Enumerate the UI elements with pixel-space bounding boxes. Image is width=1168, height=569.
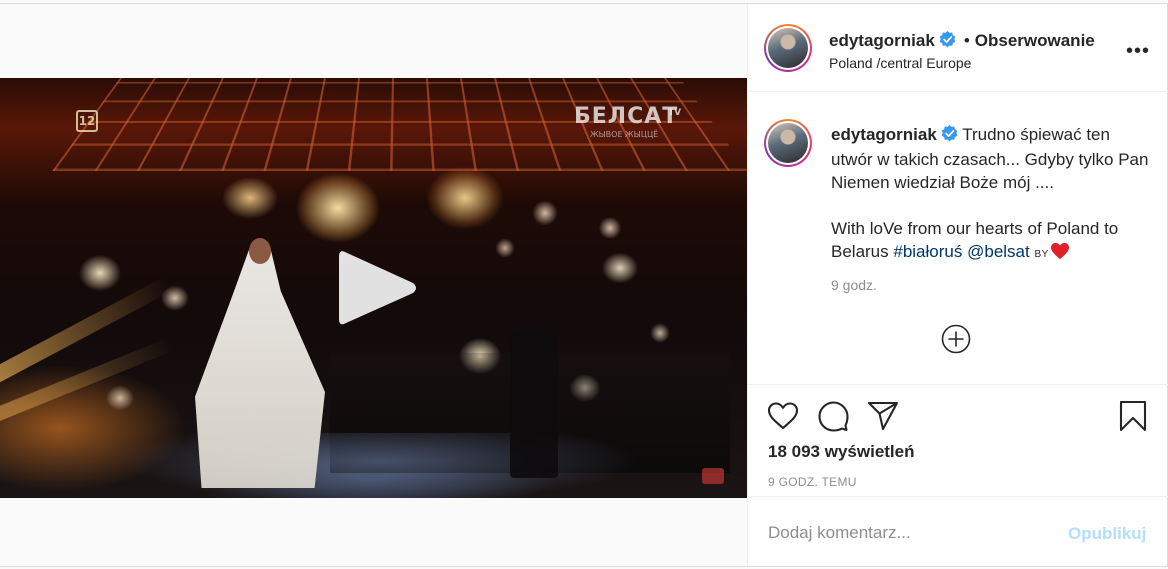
avatar[interactable] — [764, 119, 812, 167]
post-header: edytagorniak • Obserwowanie Poland /centra… — [748, 4, 1168, 92]
comment-form: Opublikuj — [748, 496, 1168, 566]
post-actions: 18 093 wyświetleń 9 GODZ. TEMU — [748, 384, 1168, 496]
view-count[interactable]: 18 093 wyświetleń — [768, 442, 915, 462]
post-dialog: 12 БЕЛСАТ TV ЖЫВОЕ ЖЫЦЦЁ edytagorniak • Ob… — [0, 3, 1168, 567]
comment-bubble-icon[interactable] — [816, 399, 850, 433]
verified-badge-icon — [941, 125, 958, 148]
channel-watermark-sub: ЖЫВОЕ ЖЫЦЦЁ — [590, 130, 658, 139]
post-media: 12 БЕЛСАТ TV ЖЫВОЕ ЖЫЦЦЁ — [0, 4, 747, 566]
publish-button[interactable]: Opublikuj — [1068, 524, 1146, 544]
comment-input[interactable] — [768, 520, 1048, 546]
caption-timestamp[interactable]: 9 godz. — [831, 277, 877, 293]
avatar[interactable] — [764, 24, 812, 72]
hashtag-link[interactable]: #białoruś — [893, 242, 962, 261]
paper-plane-icon[interactable] — [866, 399, 900, 433]
post-timestamp[interactable]: 9 GODZ. TEMU — [768, 475, 857, 489]
verified-badge-icon — [939, 31, 956, 53]
following-button[interactable]: Obserwowanie — [975, 31, 1095, 50]
bookmark-icon[interactable] — [1116, 399, 1150, 433]
caption-by-text: BY — [1034, 249, 1048, 260]
mention-link[interactable]: @belsat — [967, 242, 1030, 261]
username-link[interactable]: edytagorniak — [829, 31, 935, 50]
red-heart-icon — [1050, 242, 1070, 266]
caption-username-link[interactable]: edytagorniak — [831, 125, 937, 144]
singer-head — [249, 238, 271, 264]
view-count-label: wyświetleń — [825, 442, 915, 461]
channel-watermark-sup: TV — [668, 108, 681, 118]
channel-watermark: БЕЛСАТ — [574, 104, 678, 129]
header-username-row: edytagorniak • Obserwowanie — [829, 31, 1095, 53]
stage-floor — [120, 433, 640, 498]
channel-badge: 12 — [76, 110, 98, 132]
performer-figure — [510, 328, 558, 478]
more-options-icon[interactable]: ••• — [1126, 40, 1150, 63]
view-count-number: 18 093 — [768, 442, 820, 461]
caption-text: edytagorniak Trudno śpiewać ten utwór w … — [831, 123, 1151, 266]
corner-logo — [702, 468, 724, 484]
post-sidebar: edytagorniak • Obserwowanie Poland /centra… — [747, 4, 1167, 566]
follow-separator: • — [964, 31, 970, 50]
play-icon[interactable] — [335, 246, 419, 330]
video-player[interactable]: 12 БЕЛСАТ TV ЖЫВОЕ ЖЫЦЦЁ — [0, 78, 747, 498]
heart-icon[interactable] — [766, 399, 800, 433]
singer-figure — [195, 248, 325, 488]
post-caption: edytagorniak Trudno śpiewać ten utwór w … — [748, 92, 1168, 384]
location-link[interactable]: Poland /central Europe — [829, 55, 971, 71]
plus-circle-icon[interactable] — [941, 324, 971, 354]
